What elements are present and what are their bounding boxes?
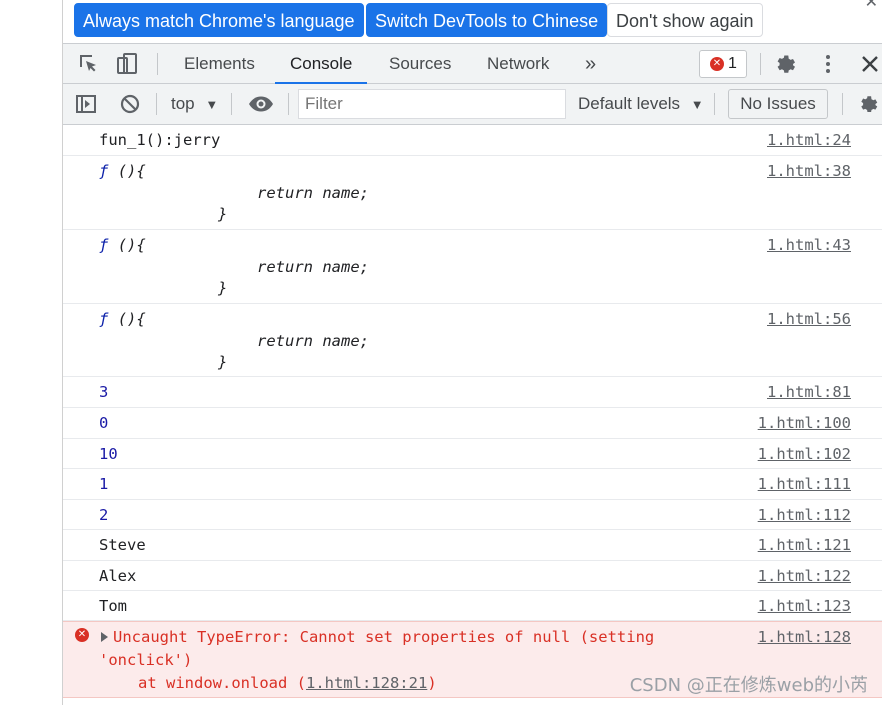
stack-source-link[interactable]: 1.html:128:21 bbox=[306, 674, 427, 692]
message-number: 2 bbox=[99, 506, 109, 524]
error-stack-line: at window.onload (1.html:128:21) bbox=[138, 674, 437, 692]
console-message: 1 1.html:111 bbox=[63, 469, 882, 500]
message-text: Steve bbox=[99, 536, 146, 554]
more-tabs-icon[interactable]: » bbox=[585, 44, 596, 84]
close-devtools-icon[interactable] bbox=[858, 52, 882, 76]
context-value: top bbox=[171, 94, 195, 113]
live-expression-eye-icon[interactable] bbox=[248, 93, 274, 115]
console-message: ƒ (){ return name; } 1.html:38 bbox=[63, 156, 882, 230]
function-body: return name; bbox=[257, 184, 369, 202]
tab-network[interactable]: Network bbox=[487, 44, 549, 84]
console-message: 3 1.html:81 bbox=[63, 377, 882, 408]
source-link[interactable]: 1.html:56 bbox=[767, 310, 851, 328]
error-text-line1: Uncaught TypeError: Cannot set propertie… bbox=[113, 628, 655, 646]
infobar-close-icon[interactable]: ✕ bbox=[865, 0, 878, 12]
console-output: fun_1():jerry 1.html:24 ƒ (){ return nam… bbox=[63, 125, 882, 698]
chevron-down-icon: ▼ bbox=[205, 97, 219, 112]
console-message: Steve 1.html:121 bbox=[63, 530, 882, 561]
console-message: 2 1.html:112 bbox=[63, 500, 882, 530]
inspect-element-icon[interactable] bbox=[77, 52, 101, 76]
settings-gear-icon[interactable] bbox=[774, 52, 798, 76]
tab-console[interactable]: Console bbox=[275, 44, 368, 84]
console-toolbar: top ▼ Default levels ▼ No Issues bbox=[63, 84, 882, 125]
message-number: 0 bbox=[99, 414, 109, 432]
console-message: Tom 1.html:123 bbox=[63, 591, 882, 621]
toolbar-separator bbox=[714, 93, 715, 115]
switch-to-chinese-button[interactable]: Switch DevTools to Chinese bbox=[366, 3, 608, 37]
console-message: ƒ (){ return name; } 1.html:56 bbox=[63, 304, 882, 377]
function-body: return name; bbox=[257, 258, 369, 276]
source-link[interactable]: 1.html:43 bbox=[767, 236, 851, 254]
console-message: Alex 1.html:122 bbox=[63, 561, 882, 591]
source-link[interactable]: 1.html:81 bbox=[767, 383, 851, 401]
error-text-line2: 'onclick') bbox=[99, 651, 193, 669]
watermark: CSDN @正在修炼web的小芮 bbox=[629, 675, 868, 696]
tab-sources[interactable]: Sources bbox=[389, 44, 451, 84]
toolbar-separator bbox=[157, 53, 158, 75]
dont-show-again-button[interactable]: Don't show again bbox=[607, 3, 763, 37]
console-message: ƒ (){ return name; } 1.html:43 bbox=[63, 230, 882, 304]
message-number: 3 bbox=[99, 383, 109, 401]
function-close: } bbox=[218, 353, 228, 371]
show-sidebar-icon[interactable] bbox=[75, 93, 97, 115]
message-number: 1 bbox=[99, 475, 109, 493]
toolbar-separator bbox=[288, 93, 289, 115]
source-link[interactable]: 1.html:100 bbox=[758, 414, 851, 432]
source-link[interactable]: 1.html:24 bbox=[767, 131, 851, 149]
chevron-down-icon: ▼ bbox=[690, 97, 704, 112]
device-toolbar-icon[interactable] bbox=[115, 52, 139, 76]
context-selector[interactable]: top ▼ bbox=[171, 84, 218, 124]
toolbar-separator bbox=[156, 93, 157, 115]
source-link[interactable]: 1.html:111 bbox=[758, 475, 851, 493]
toolbar-separator bbox=[231, 93, 232, 115]
console-message: fun_1():jerry 1.html:24 bbox=[63, 125, 882, 156]
devtools-tabbar: Elements Console Sources Network » ✕ 1 bbox=[63, 43, 882, 84]
tab-elements[interactable]: Elements bbox=[184, 44, 255, 84]
log-levels-dropdown[interactable]: Default levels ▼ bbox=[578, 84, 704, 124]
expand-triangle-icon[interactable] bbox=[101, 632, 108, 642]
function-text: ƒ (){ bbox=[99, 236, 146, 254]
clear-console-icon[interactable] bbox=[119, 93, 141, 115]
more-options-icon[interactable] bbox=[816, 52, 840, 76]
toolbar-separator bbox=[760, 53, 761, 75]
console-message: 10 1.html:102 bbox=[63, 439, 882, 469]
language-infobar: Always match Chrome's language Switch De… bbox=[63, 0, 882, 43]
source-link[interactable]: 1.html:123 bbox=[758, 597, 851, 615]
console-message: 0 1.html:100 bbox=[63, 408, 882, 439]
message-text: Alex bbox=[99, 567, 137, 585]
message-number: 10 bbox=[99, 445, 118, 463]
function-body: return name; bbox=[257, 332, 369, 350]
function-text: ƒ (){ bbox=[99, 310, 146, 328]
source-link[interactable]: 1.html:122 bbox=[758, 567, 851, 585]
filter-input[interactable] bbox=[298, 89, 566, 119]
always-match-language-button[interactable]: Always match Chrome's language bbox=[74, 3, 364, 37]
source-link[interactable]: 1.html:121 bbox=[758, 536, 851, 554]
message-text: fun_1():jerry bbox=[99, 131, 221, 149]
source-link[interactable]: 1.html:102 bbox=[758, 445, 851, 463]
function-close: } bbox=[218, 205, 228, 223]
function-close: } bbox=[218, 279, 228, 297]
source-link[interactable]: 1.html:112 bbox=[758, 506, 851, 524]
error-icon: ✕ bbox=[75, 628, 89, 642]
log-levels-label: Default levels bbox=[578, 94, 681, 113]
issues-button[interactable]: No Issues bbox=[728, 89, 828, 119]
function-text: ƒ (){ bbox=[99, 162, 146, 180]
source-link[interactable]: 1.html:128 bbox=[758, 628, 851, 646]
source-link[interactable]: 1.html:38 bbox=[767, 162, 851, 180]
console-settings-gear-icon[interactable] bbox=[858, 93, 880, 115]
error-icon: ✕ bbox=[710, 57, 724, 71]
error-count-badge[interactable]: ✕ 1 bbox=[699, 50, 747, 78]
toolbar-separator bbox=[842, 93, 843, 115]
error-count: 1 bbox=[728, 55, 737, 72]
message-text: Tom bbox=[99, 597, 127, 615]
